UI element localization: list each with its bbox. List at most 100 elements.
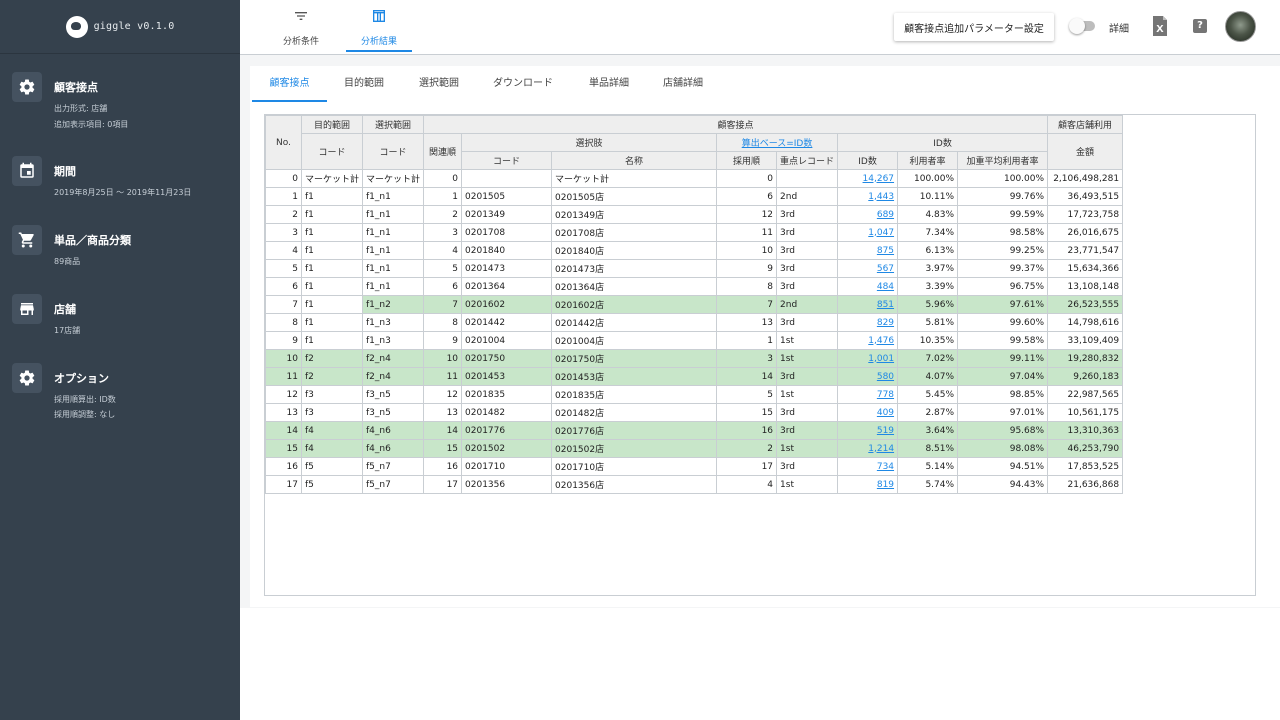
sidebar-item-detail: 17店舗 xyxy=(54,326,81,335)
id-count-link[interactable]: 829 xyxy=(877,318,894,328)
id-count-link[interactable]: 689 xyxy=(877,210,894,220)
table-row[interactable]: 17 f5 f5_n7 17 0201356 0201356店 4 1st 819 5.74% 94… xyxy=(265,475,1124,494)
cell-adoption-order: 12 xyxy=(716,205,778,224)
cell-relation-order: 8 xyxy=(423,313,463,332)
cell-select-code: f1_n1 xyxy=(362,223,425,242)
id-count-link[interactable]: 1,476 xyxy=(868,336,894,346)
subtab-store-detail[interactable]: 店舗詳細 xyxy=(653,70,713,102)
sidebar-item-label: オプション xyxy=(54,372,109,385)
cell-purpose-code: f5 xyxy=(300,475,364,494)
id-count-link[interactable]: 734 xyxy=(877,462,894,472)
id-count-link[interactable]: 1,001 xyxy=(868,354,894,364)
id-count-link[interactable]: 409 xyxy=(877,408,894,418)
id-count-link[interactable]: 519 xyxy=(877,426,894,436)
id-count-link[interactable]: 580 xyxy=(877,372,894,382)
col-header-purpose-range[interactable]: 目的範囲 xyxy=(300,115,364,134)
table-row[interactable]: 1 f1 f1_n1 1 0201505 0201505店 6 2nd 1,443 10.11% 9… xyxy=(265,187,1124,206)
col-header-relation-order[interactable]: 関連順 xyxy=(423,133,463,170)
id-count-link[interactable]: 875 xyxy=(877,246,894,256)
table-row[interactable]: 7 f1 f1_n2 7 0201602 0201602店 7 2nd 851 5.96% 97.6… xyxy=(265,295,1124,314)
cell-priority-record xyxy=(776,169,839,188)
col-header-store-usage[interactable]: 顧客店舗利用 xyxy=(1047,115,1124,134)
cell-id-count: 409 xyxy=(837,403,899,422)
sidebar-item-options[interactable]: オプション 採用順算出: ID数 採用順調整: なし xyxy=(0,363,240,423)
table-row[interactable]: 2 f1 f1_n1 2 0201349 0201349店 12 3rd 689 4.83% 99.… xyxy=(265,205,1124,224)
id-count-link[interactable]: 484 xyxy=(877,282,894,292)
subtab-select-range[interactable]: 選択範囲 xyxy=(409,70,469,102)
id-count-link[interactable]: 1,443 xyxy=(868,192,894,202)
table-row[interactable]: 3 f1 f1_n1 3 0201708 0201708店 11 3rd 1,047 7.34% 9… xyxy=(265,223,1124,242)
id-count-link[interactable]: 778 xyxy=(877,390,894,400)
cell-weighted-avg-rate: 95.68% xyxy=(957,421,1049,440)
subtab-purpose-range[interactable]: 目的範囲 xyxy=(334,70,394,102)
col-header-choice-name[interactable]: 名称 xyxy=(551,151,718,170)
col-header-code[interactable]: コード xyxy=(300,133,364,170)
cell-weighted-avg-rate: 94.43% xyxy=(957,475,1049,494)
cell-choice-code: 0201349 xyxy=(461,205,553,224)
cell-weighted-avg-rate: 99.37% xyxy=(957,259,1049,278)
cell-amount: 21,636,868 xyxy=(1047,475,1124,494)
col-header-code[interactable]: コード xyxy=(362,133,425,170)
cell-weighted-avg-rate: 97.61% xyxy=(957,295,1049,314)
help-icon[interactable]: ? xyxy=(1193,19,1207,33)
subtab-touchpoint[interactable]: 顧客接点 xyxy=(252,70,327,102)
sidebar-item-product[interactable]: 単品／商品分類 89商品 xyxy=(0,225,240,271)
cell-weighted-avg-rate: 97.04% xyxy=(957,367,1049,386)
cell-no: 10 xyxy=(265,349,302,368)
tab-analysis-conditions[interactable]: 分析条件 xyxy=(274,6,328,52)
col-header-id-count[interactable]: ID数 xyxy=(837,151,899,170)
col-header-amount[interactable]: 金額 xyxy=(1047,133,1124,170)
col-header-usage-rate[interactable]: 利用者率 xyxy=(897,151,959,170)
col-header-adoption-order[interactable]: 採用順 xyxy=(716,151,778,170)
cell-select-code: f1_n1 xyxy=(362,241,425,260)
id-count-link[interactable]: 819 xyxy=(877,480,894,490)
sidebar-item-period[interactable]: 期間 2019年8月25日 〜 2019年11月23日 xyxy=(0,156,240,202)
app-logo[interactable]: giggle v0.1.0 xyxy=(0,0,240,54)
calc-base-link[interactable]: 算出ベース=ID数 xyxy=(742,139,813,149)
col-header-choice[interactable]: 選択肢 xyxy=(461,133,718,152)
table-row[interactable]: 9 f1 f1_n3 9 0201004 0201004店 1 1st 1,476 10.35% 9… xyxy=(265,331,1124,350)
excel-export-icon[interactable] xyxy=(1153,16,1167,36)
table-row[interactable]: 8 f1 f1_n3 8 0201442 0201442店 13 3rd 829 5.81% 99.… xyxy=(265,313,1124,332)
table-row[interactable]: 5 f1 f1_n1 5 0201473 0201473店 9 3rd 567 3.97% 99.3… xyxy=(265,259,1124,278)
cell-usage-rate: 100.00% xyxy=(897,169,959,188)
col-header-priority-record[interactable]: 重点レコード xyxy=(776,151,839,170)
id-count-link[interactable]: 567 xyxy=(877,264,894,274)
subtab-item-detail[interactable]: 単品詳細 xyxy=(579,70,639,102)
cell-choice-code: 0201750 xyxy=(461,349,553,368)
sidebar-item-detail: 採用順算出: ID数 xyxy=(54,395,116,404)
table-row[interactable]: 0 マーケット計 マーケット計 0 マーケット計 0 14,267 100.00% 100.00… xyxy=(265,169,1124,188)
cell-adoption-order: 17 xyxy=(716,457,778,476)
col-header-calc-base[interactable]: 算出ベース=ID数 xyxy=(716,133,839,152)
sidebar-item-touchpoint[interactable]: 顧客接点 出力形式: 店舗 追加表示項目: 0項目 xyxy=(0,72,240,132)
sidebar-item-store[interactable]: 店舗 17店舗 xyxy=(0,294,240,340)
col-header-touchpoint[interactable]: 顧客接点 xyxy=(423,115,1049,134)
table-row[interactable]: 15 f4 f4_n6 15 0201502 0201502店 2 1st 1,214 8.51%… xyxy=(265,439,1124,458)
cell-priority-record: 3rd xyxy=(776,313,839,332)
table-row[interactable]: 12 f3 f3_n5 12 0201835 0201835店 5 1st 778 5.45% 98… xyxy=(265,385,1124,404)
cell-usage-rate: 5.96% xyxy=(897,295,959,314)
detail-toggle[interactable] xyxy=(1069,18,1095,34)
cell-no: 2 xyxy=(265,205,302,224)
subtab-download[interactable]: ダウンロード xyxy=(484,70,562,102)
col-header-id-count-group[interactable]: ID数 xyxy=(837,133,1049,152)
id-count-link[interactable]: 851 xyxy=(877,300,894,310)
table-row[interactable]: 14 f4 f4_n6 14 0201776 0201776店 16 3rd 519 3.64% 9… xyxy=(265,421,1124,440)
cell-select-code: f1_n1 xyxy=(362,187,425,206)
table-row[interactable]: 13 f3 f3_n5 13 0201482 0201482店 15 3rd 409 2.87% 9… xyxy=(265,403,1124,422)
col-header-weighted-avg-rate[interactable]: 加重平均利用者率 xyxy=(957,151,1049,170)
table-row[interactable]: 16 f5 f5_n7 16 0201710 0201710店 17 3rd 734 5.14% 9… xyxy=(265,457,1124,476)
col-header-select-range[interactable]: 選択範囲 xyxy=(362,115,425,134)
id-count-link[interactable]: 1,214 xyxy=(868,444,894,454)
avatar[interactable] xyxy=(1225,11,1256,42)
table-row[interactable]: 10 f2 f2_n4 10 0201750 0201750店 3 1st 1,001 7.02%… xyxy=(265,349,1124,368)
col-header-choice-code[interactable]: コード xyxy=(461,151,553,170)
table-row[interactable]: 11 f2 f2_n4 11 0201453 0201453店 14 3rd 580 4.07% 9… xyxy=(265,367,1124,386)
id-count-link[interactable]: 14,267 xyxy=(863,174,895,184)
table-row[interactable]: 4 f1 f1_n1 4 0201840 0201840店 10 3rd 875 6.13% 99.… xyxy=(265,241,1124,260)
id-count-link[interactable]: 1,047 xyxy=(868,228,894,238)
col-header-no[interactable]: No. xyxy=(265,115,302,170)
param-settings-button[interactable]: 顧客接点追加パラメーター設定 xyxy=(894,13,1054,41)
tab-analysis-results[interactable]: 分析結果 xyxy=(346,6,412,52)
table-row[interactable]: 6 f1 f1_n1 6 0201364 0201364店 8 3rd 484 3.39% 96.7… xyxy=(265,277,1124,296)
